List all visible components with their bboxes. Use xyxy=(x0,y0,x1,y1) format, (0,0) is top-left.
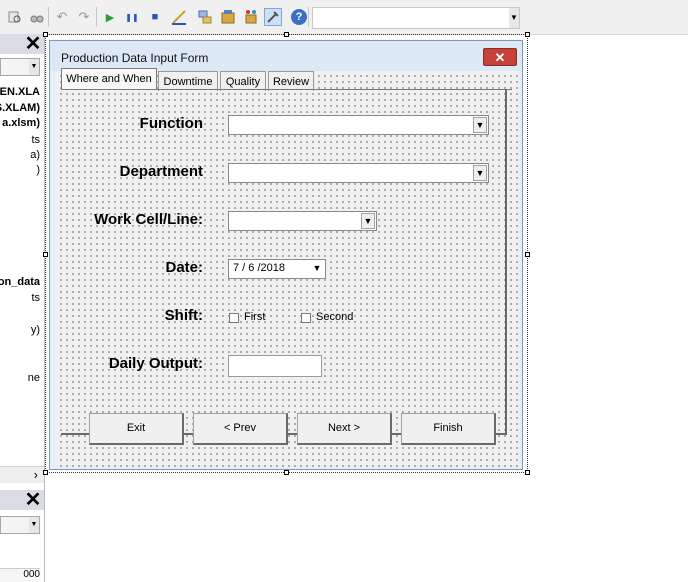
date-label: Date: xyxy=(165,259,203,276)
next-button[interactable]: Next > xyxy=(297,413,392,445)
resize-handle[interactable] xyxy=(525,252,530,257)
chevron-right-icon[interactable]: › xyxy=(34,467,38,482)
chevron-down-icon[interactable]: ▼ xyxy=(473,165,487,181)
list-item[interactable]: ne xyxy=(28,372,40,384)
daily-output-input[interactable] xyxy=(228,355,322,377)
properties-icon[interactable] xyxy=(219,8,237,26)
list-item[interactable]: AEN.XLA xyxy=(0,86,40,98)
project-dropdown[interactable]: ▼ xyxy=(0,58,40,76)
function-combo[interactable]: ▼ xyxy=(228,115,489,135)
toolbar-separator xyxy=(96,7,97,27)
date-picker[interactable]: 7 / 6 /2018 ▼ xyxy=(228,259,326,279)
break-icon[interactable]: ❚❚ xyxy=(123,8,141,26)
redo-icon[interactable]: ↷ xyxy=(75,8,93,26)
prev-button[interactable]: < Prev xyxy=(193,413,288,445)
tab-where-and-when[interactable]: Where and When xyxy=(61,68,157,90)
form-titlebar[interactable]: Production Data Input Form ✕ xyxy=(50,41,522,71)
chevron-down-icon[interactable]: ▼ xyxy=(29,517,39,533)
shift-second-label[interactable]: Second xyxy=(316,311,353,323)
toolbar-separator xyxy=(308,7,309,27)
tab-strip-line xyxy=(61,89,512,90)
undo-icon[interactable]: ↶ xyxy=(53,8,71,26)
project-panel-header: ✕ xyxy=(0,34,44,54)
chevron-down-icon[interactable]: ▼ xyxy=(29,59,39,75)
close-icon[interactable]: ✕ xyxy=(24,34,42,54)
resize-handle[interactable] xyxy=(43,470,48,475)
resize-handle[interactable] xyxy=(43,32,48,37)
properties-dropdown[interactable]: ▼ xyxy=(0,516,40,534)
binoculars-icon[interactable] xyxy=(28,8,46,26)
list-item[interactable]: ts xyxy=(31,134,40,146)
resize-handle[interactable] xyxy=(525,32,530,37)
find-icon[interactable] xyxy=(6,8,24,26)
userform-window[interactable]: Production Data Input Form ✕ Where and W… xyxy=(49,40,523,470)
tab-review[interactable]: Review xyxy=(268,71,314,91)
department-label: Department xyxy=(119,163,203,180)
shift-label: Shift: xyxy=(164,307,203,324)
chevron-down-icon[interactable]: ▼ xyxy=(473,117,487,133)
horizontal-scrollbar[interactable]: › xyxy=(0,466,44,483)
department-combo[interactable]: ▼ xyxy=(228,163,489,183)
daily-output-label: Daily Output: xyxy=(108,355,203,372)
toolbox-icon[interactable] xyxy=(264,8,282,26)
tab-downtime[interactable]: Downtime xyxy=(158,71,218,91)
chevron-down-icon[interactable]: ▼ xyxy=(509,8,519,28)
finish-button[interactable]: Finish xyxy=(401,413,496,445)
page-border xyxy=(505,89,507,435)
tab-quality[interactable]: Quality xyxy=(220,71,266,91)
location-combo[interactable]: ▼ xyxy=(312,7,520,29)
list-item[interactable]: ts xyxy=(31,292,40,304)
list-item[interactable]: y) xyxy=(31,324,40,336)
help-icon[interactable]: ? xyxy=(290,8,308,26)
property-value: 000 xyxy=(0,568,40,582)
resize-handle[interactable] xyxy=(284,470,289,475)
resize-handle[interactable] xyxy=(284,32,289,37)
resize-handle[interactable] xyxy=(43,252,48,257)
date-value: 7 / 6 /2018 xyxy=(233,262,285,274)
resize-handle[interactable] xyxy=(525,470,530,475)
shift-first-checkbox[interactable] xyxy=(229,313,239,323)
reset-icon[interactable]: ■ xyxy=(146,8,164,26)
toolbar-separator xyxy=(48,7,49,27)
chevron-down-icon[interactable]: ▼ xyxy=(361,213,375,229)
vbe-toolbar: ↶ ↷ ▶ ❚❚ ■ ? ▼ xyxy=(0,0,688,35)
list-item[interactable]: S.XLAM) xyxy=(0,102,40,114)
exit-button[interactable]: Exit xyxy=(89,413,184,445)
shift-second-checkbox[interactable] xyxy=(301,313,311,323)
workcell-combo[interactable]: ▼ xyxy=(228,211,377,231)
properties-panel-header: ✕ xyxy=(0,490,44,510)
function-label: Function xyxy=(139,115,203,132)
project-explorer-icon[interactable] xyxy=(196,8,214,26)
close-icon[interactable]: ✕ xyxy=(24,490,42,510)
close-button[interactable]: ✕ xyxy=(483,48,517,66)
list-item[interactable]: a) xyxy=(30,149,40,161)
workcell-label: Work Cell/Line: xyxy=(94,211,203,228)
chevron-down-icon[interactable]: ▼ xyxy=(310,261,324,277)
design-mode-icon[interactable] xyxy=(170,8,188,26)
help-glyph: ? xyxy=(291,9,307,25)
list-item[interactable]: on_data xyxy=(0,276,40,288)
run-icon[interactable]: ▶ xyxy=(101,8,119,26)
form-title: Production Data Input Form xyxy=(61,51,209,65)
object-browser-icon[interactable] xyxy=(242,8,260,26)
form-client-area: Where and When Downtime Quality Review F… xyxy=(56,68,518,467)
shift-first-label[interactable]: First xyxy=(244,311,265,323)
